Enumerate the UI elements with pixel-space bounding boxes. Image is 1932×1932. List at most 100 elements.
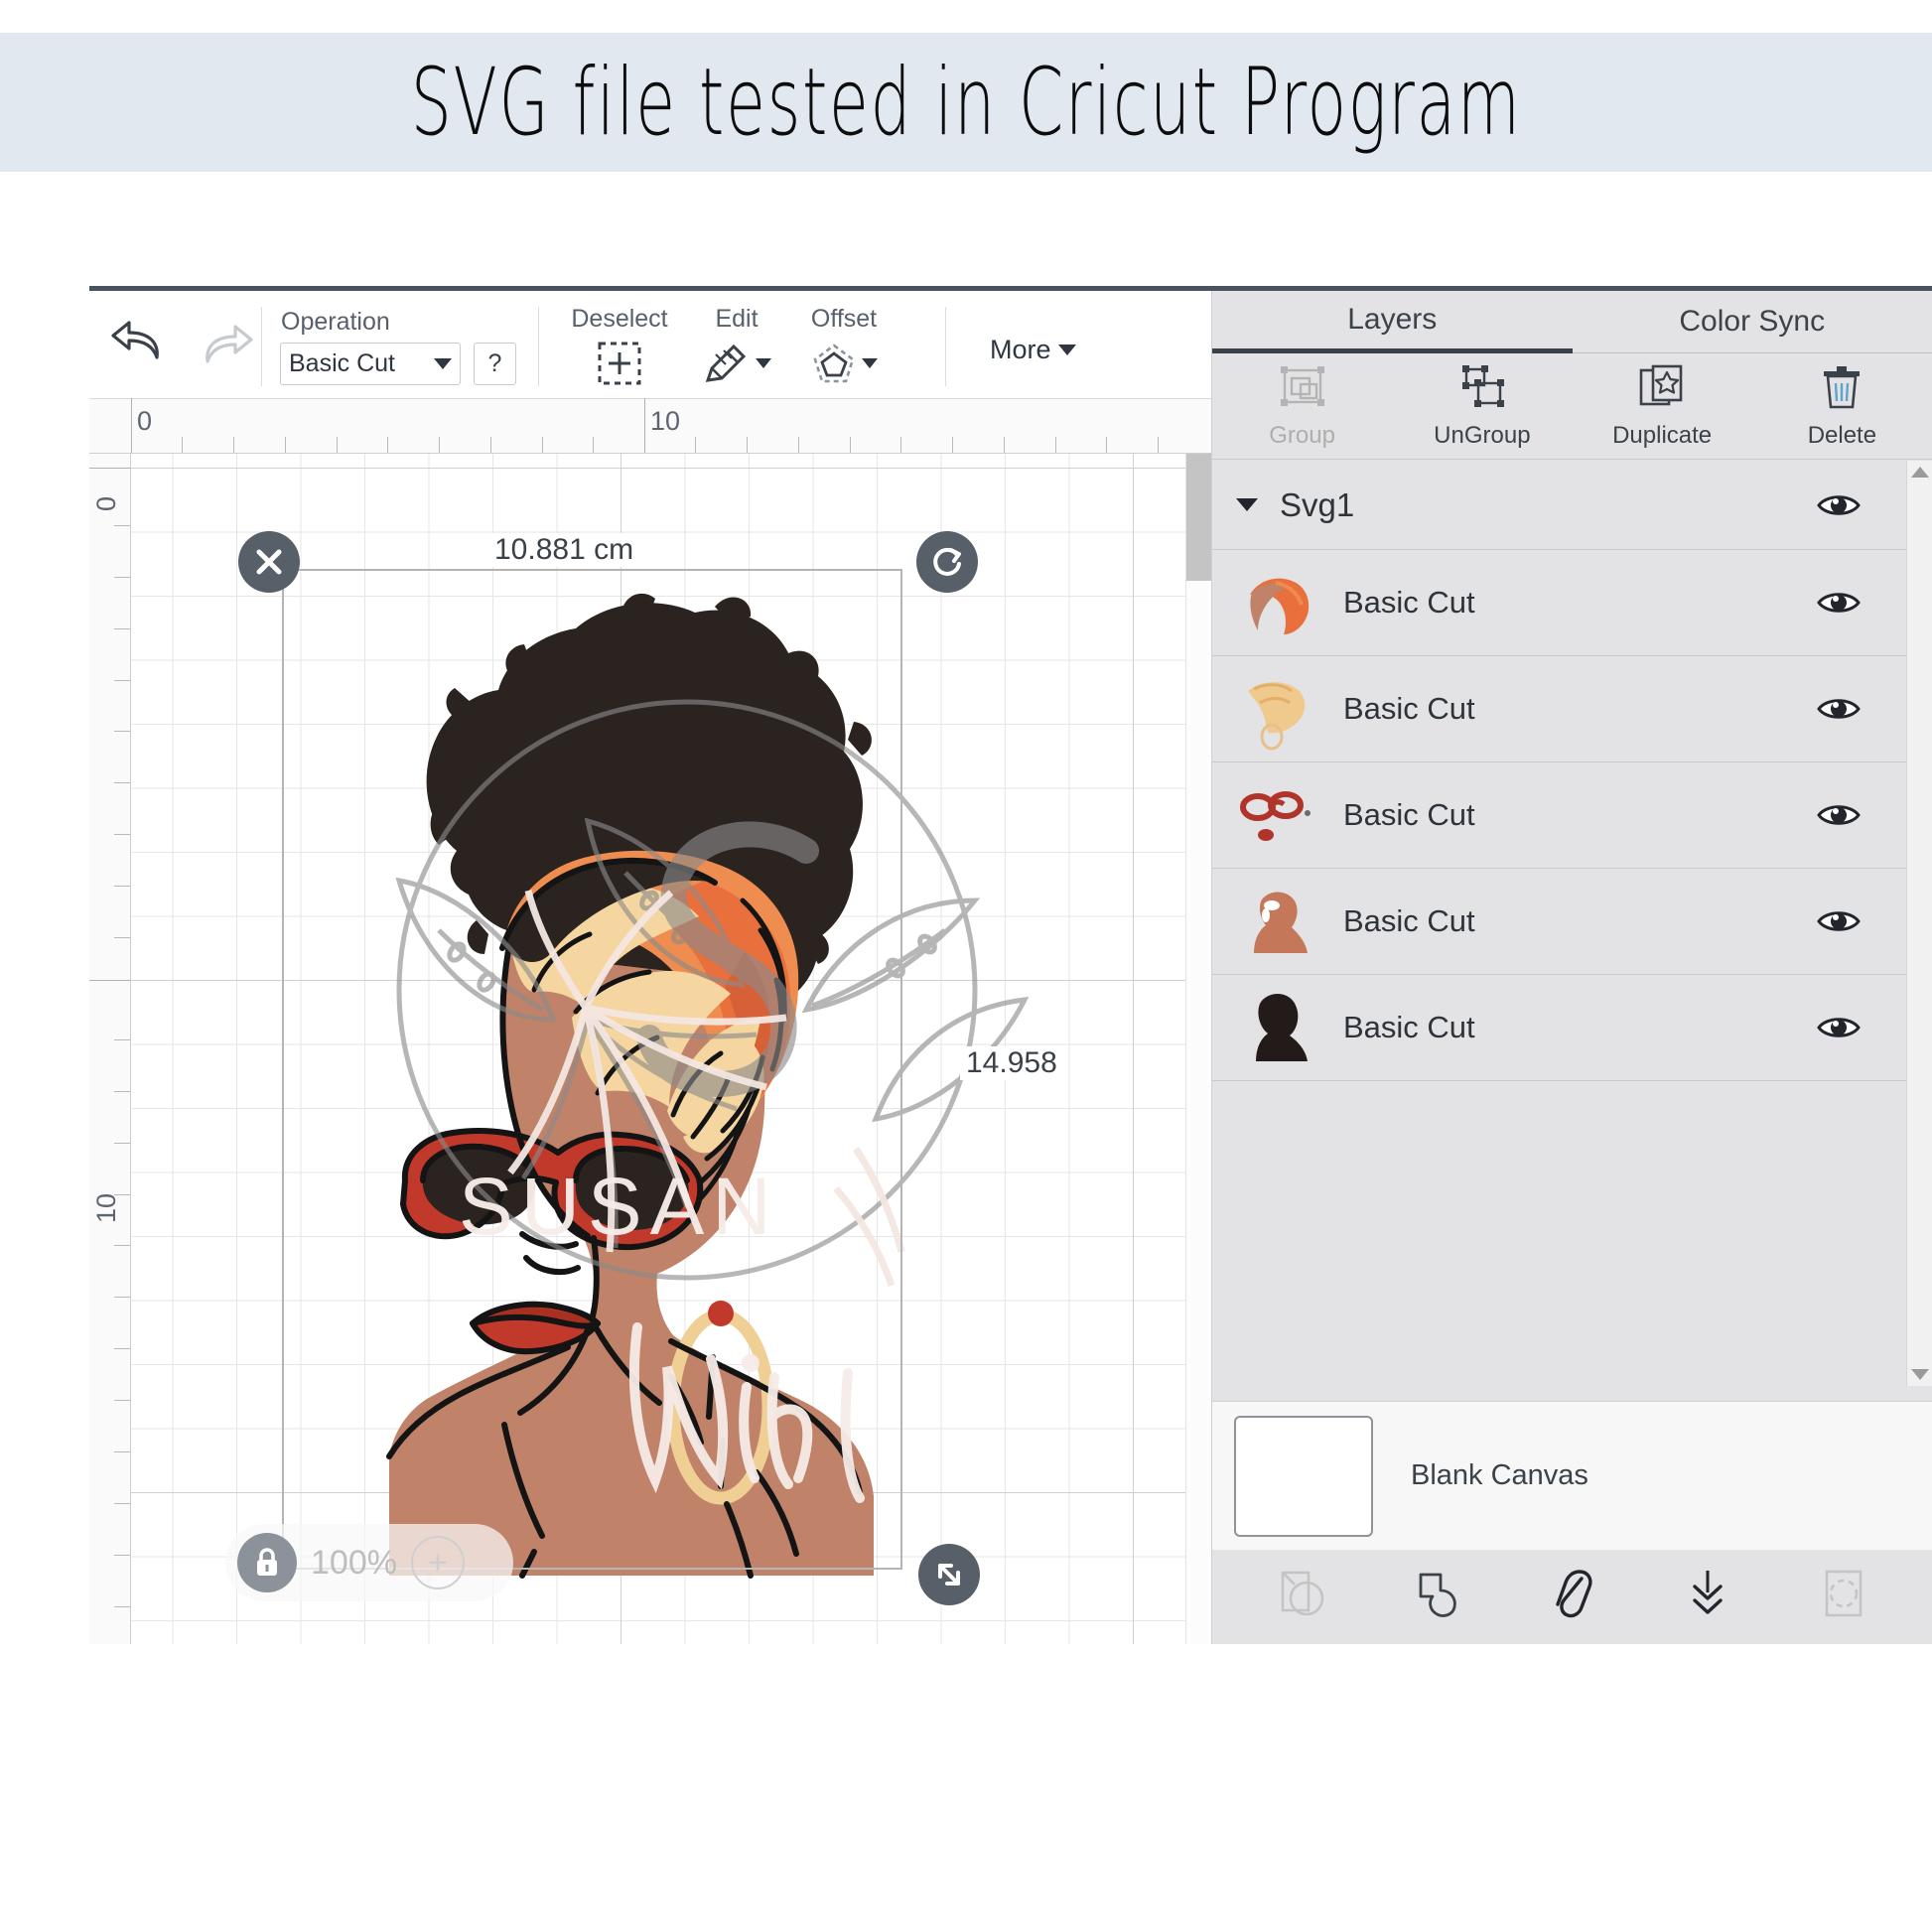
horizontal-ruler[interactable]: 0 10 xyxy=(89,398,1211,454)
ruler-h-label-0: 0 xyxy=(137,406,153,436)
delete-label: Delete xyxy=(1807,421,1877,449)
chevron-down-icon[interactable] xyxy=(1236,498,1258,511)
layer-row[interactable]: Basic Cut xyxy=(1212,762,1907,869)
canvas-region: Operation Basic Cut ? Deselect Edit Offs… xyxy=(89,291,1211,1644)
chevron-down-icon xyxy=(434,358,452,369)
layer-row[interactable]: Basic Cut xyxy=(1212,869,1907,975)
duplicate-button[interactable]: Duplicate xyxy=(1573,353,1752,459)
trash-icon xyxy=(1816,363,1867,418)
layer-label: Basic Cut xyxy=(1343,585,1475,620)
canvas-info-label: Blank Canvas xyxy=(1411,1459,1588,1491)
more-button[interactable]: More xyxy=(990,335,1076,365)
tab-layers[interactable]: Layers xyxy=(1212,291,1573,353)
selection-width-label: 10.881 cm xyxy=(488,533,640,567)
selection-bounding-box[interactable] xyxy=(282,569,902,1570)
layer-group-row[interactable]: Svg1 xyxy=(1212,461,1907,550)
toolbar-divider xyxy=(945,307,946,386)
group-icon xyxy=(1277,363,1328,418)
deselect-button[interactable]: Deselect xyxy=(560,305,679,387)
ruler-v-label-0: 0 xyxy=(91,495,121,511)
duplicate-label: Duplicate xyxy=(1612,421,1713,449)
header-banner-title: SVG file tested in Cricut Program xyxy=(410,48,1522,157)
contour-icon[interactable] xyxy=(1817,1567,1870,1627)
layer-visibility-toggle[interactable] xyxy=(1804,800,1873,830)
slice-icon[interactable] xyxy=(1275,1567,1328,1627)
more-label: More xyxy=(990,335,1051,364)
toolbar-divider xyxy=(538,307,539,386)
layer-label: Basic Cut xyxy=(1343,1010,1475,1044)
weld-icon[interactable] xyxy=(1411,1567,1464,1627)
chevron-down-icon xyxy=(1057,345,1076,355)
layer-visibility-toggle[interactable] xyxy=(1804,490,1873,520)
cricut-design-space-window: Operation Basic Cut ? Deselect Edit Offs… xyxy=(89,286,1932,1644)
zoom-in-button[interactable]: + xyxy=(410,1536,465,1589)
operation-help-button[interactable]: ? xyxy=(474,343,516,385)
operation-dropdown[interactable]: Basic Cut xyxy=(280,343,461,385)
layer-thumbnail-skin-silhouette xyxy=(1236,880,1321,963)
canvas-scrollbar-thumb[interactable] xyxy=(1186,454,1211,581)
layer-visibility-toggle[interactable] xyxy=(1804,588,1873,618)
layer-visibility-toggle[interactable] xyxy=(1804,694,1873,724)
canvas-vertical-scrollbar[interactable] xyxy=(1185,454,1211,1644)
zoom-control: 100% + xyxy=(225,1524,513,1601)
top-toolbar: Operation Basic Cut ? Deselect Edit Offs… xyxy=(89,291,1211,399)
layer-row[interactable]: Basic Cut xyxy=(1212,656,1907,762)
deselect-icon xyxy=(560,340,679,387)
scroll-down-arrow-icon[interactable] xyxy=(1911,1369,1929,1380)
tab-color-sync[interactable]: Color Sync xyxy=(1572,291,1932,353)
chevron-down-icon xyxy=(756,358,771,368)
offset-label: Offset xyxy=(810,305,878,333)
operation-label: Operation xyxy=(281,308,390,336)
layer-thumbnail-cream-wrap xyxy=(1236,667,1321,751)
edit-button[interactable]: Edit xyxy=(682,305,791,387)
edit-label: Edit xyxy=(715,305,759,333)
chevron-down-icon xyxy=(862,358,878,368)
layer-label: Basic Cut xyxy=(1343,691,1475,726)
ungroup-label: UnGroup xyxy=(1434,421,1531,449)
layer-thumbnail-glasses-lips xyxy=(1236,773,1321,857)
layer-label: Basic Cut xyxy=(1343,903,1475,938)
selection-height-label: 14.958 xyxy=(960,1046,1063,1080)
resize-selection-handle[interactable] xyxy=(918,1544,980,1605)
layer-visibility-toggle[interactable] xyxy=(1804,1013,1873,1042)
ruler-h-label-10: 10 xyxy=(650,406,681,436)
design-canvas[interactable]: SUSAN 10.881 cm 14.958 100% + xyxy=(131,454,1211,1644)
redo-button[interactable] xyxy=(196,321,257,373)
panel-bottom-toolbar xyxy=(1212,1550,1932,1644)
layers-panel: Layers Color Sync Group UnGroup Duplicat… xyxy=(1211,291,1932,1644)
header-banner: SVG file tested in Cricut Program xyxy=(0,33,1932,172)
toolbar-divider xyxy=(261,307,262,386)
layer-row[interactable]: Basic Cut xyxy=(1212,550,1907,656)
flatten-icon[interactable] xyxy=(1681,1567,1734,1627)
ruler-v-label-10: 10 xyxy=(91,1192,121,1223)
ungroup-button[interactable]: UnGroup xyxy=(1392,353,1572,459)
deselect-label: Deselect xyxy=(571,305,668,333)
group-label: Group xyxy=(1269,421,1335,449)
panel-action-bar: Group UnGroup Duplicate Delete xyxy=(1212,353,1932,460)
delete-button[interactable]: Delete xyxy=(1752,353,1932,459)
offset-button[interactable]: Offset xyxy=(784,305,903,387)
canvas-info-row: Blank Canvas xyxy=(1212,1401,1932,1550)
layer-label: Basic Cut xyxy=(1343,797,1475,832)
vertical-ruler[interactable]: 0 10 xyxy=(89,454,131,1644)
layer-thumbnail-dark-silhouette xyxy=(1236,986,1321,1069)
undo-button[interactable] xyxy=(107,317,169,369)
layer-row[interactable]: Basic Cut xyxy=(1212,975,1907,1081)
lock-aspect-button[interactable] xyxy=(237,1533,297,1592)
layer-visibility-toggle[interactable] xyxy=(1804,906,1873,936)
canvas-color-swatch[interactable] xyxy=(1234,1415,1373,1537)
scroll-up-arrow-icon[interactable] xyxy=(1911,467,1929,478)
layer-thumbnail-orange-wrap xyxy=(1236,561,1321,644)
duplicate-icon xyxy=(1636,363,1688,418)
layers-list: Svg1 Basic Cut Basic Cut Basic Cut Basic… xyxy=(1212,461,1907,1386)
delete-selection-button[interactable] xyxy=(238,531,300,593)
group-button[interactable]: Group xyxy=(1212,353,1392,459)
attach-paperclip-icon[interactable] xyxy=(1546,1567,1599,1627)
zoom-level-label: 100% xyxy=(311,1543,397,1582)
rotate-selection-button[interactable] xyxy=(916,531,978,593)
ungroup-icon xyxy=(1456,363,1508,418)
layers-scrollbar[interactable] xyxy=(1906,461,1932,1386)
operation-dropdown-value: Basic Cut xyxy=(289,349,395,377)
panel-tabs: Layers Color Sync xyxy=(1212,291,1932,353)
layer-group-name: Svg1 xyxy=(1280,485,1355,523)
